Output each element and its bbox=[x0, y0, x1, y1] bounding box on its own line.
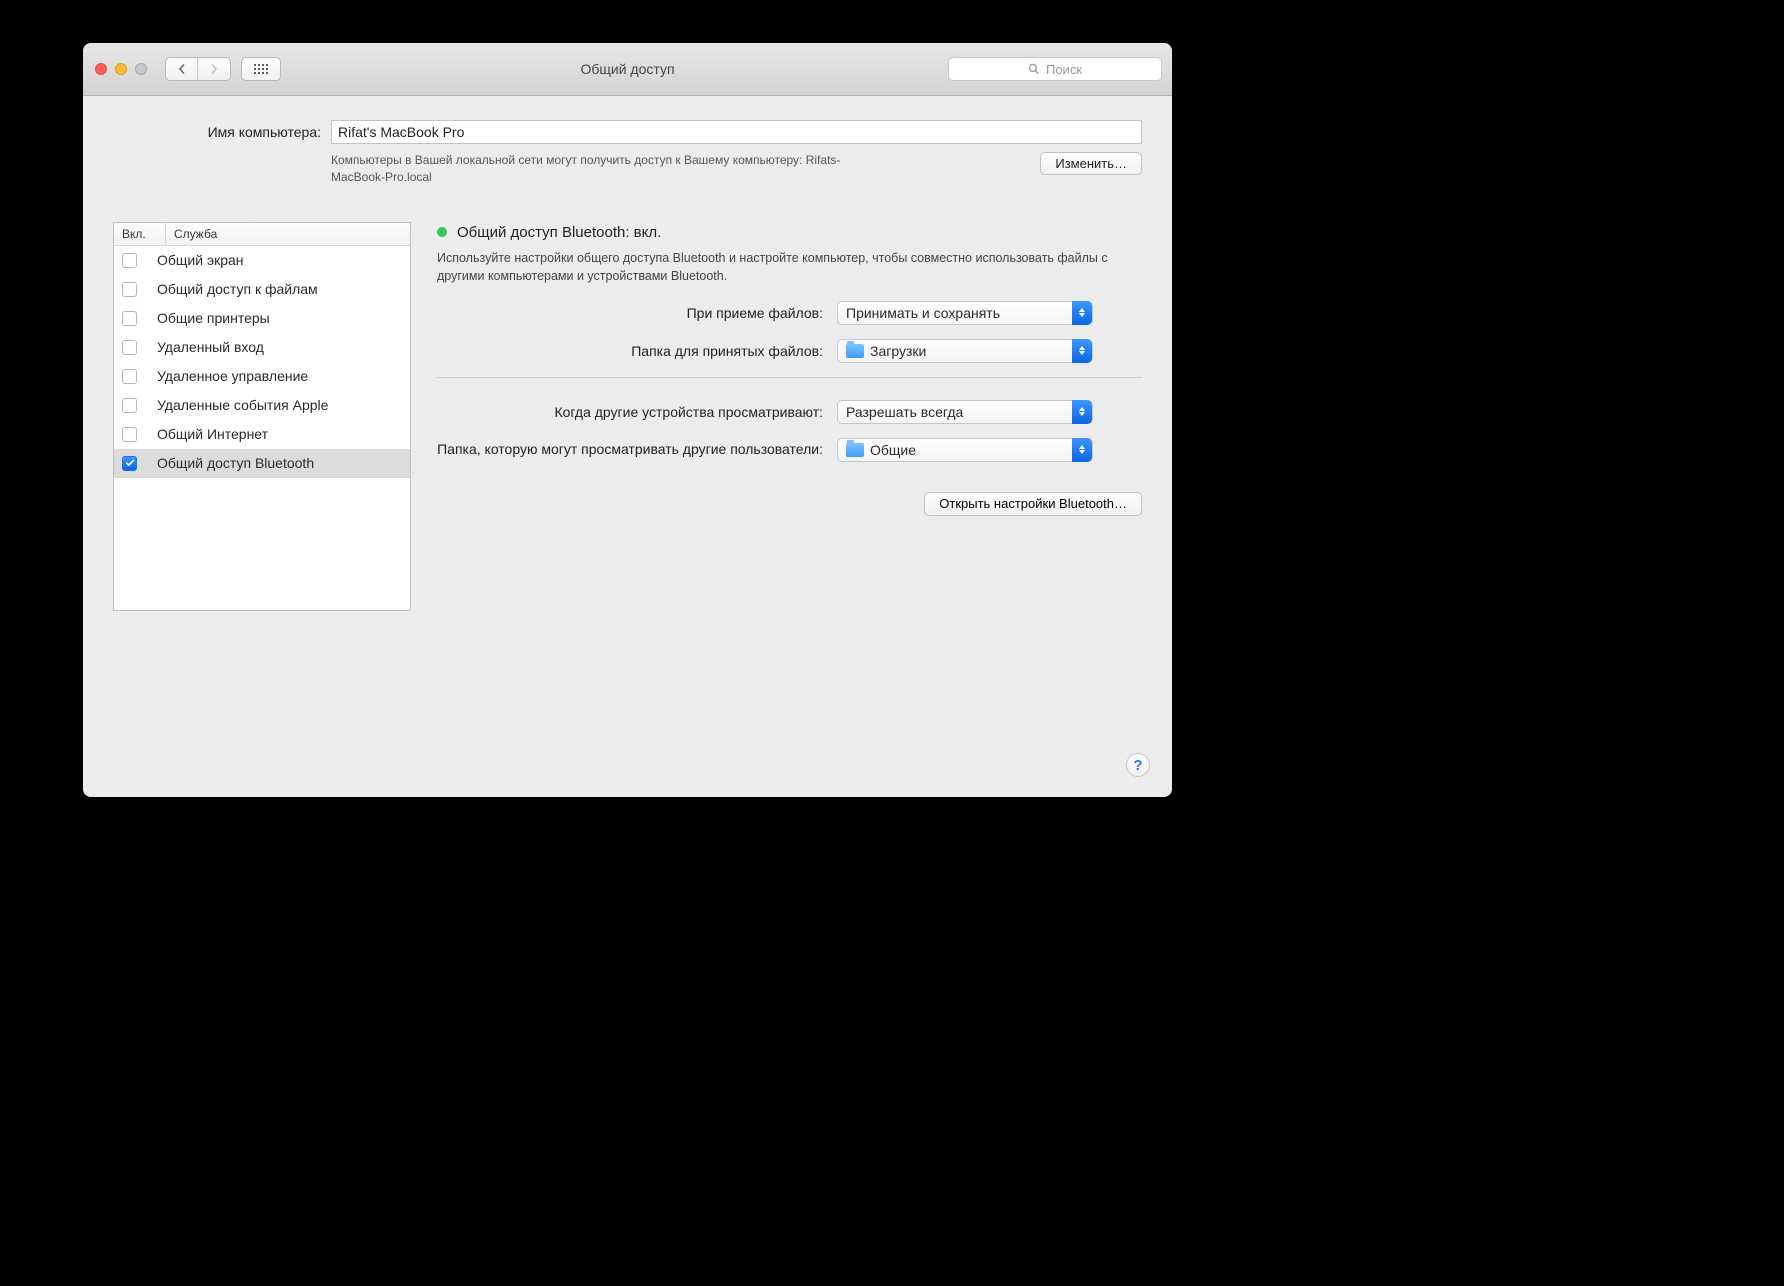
minimize-button[interactable] bbox=[115, 63, 127, 75]
separator bbox=[437, 377, 1142, 378]
service-label: Удаленный вход bbox=[157, 339, 264, 355]
on-receive-label: При приеме файлов: bbox=[437, 304, 837, 322]
nav-segmented bbox=[165, 57, 231, 81]
titlebar: Общий доступ Поиск bbox=[83, 43, 1172, 96]
browse-folder-row: Папка, которую могут просматривать други… bbox=[437, 438, 1142, 462]
service-label: Общий доступ к файлам bbox=[157, 281, 318, 297]
service-checkbox[interactable] bbox=[122, 282, 137, 297]
service-table-header: Вкл. Служба bbox=[114, 223, 410, 246]
on-receive-value: Принимать и сохранять bbox=[846, 305, 1000, 321]
on-browse-value: Разрешать всегда bbox=[846, 404, 963, 420]
on-browse-label: Когда другие устройства просматривают: bbox=[437, 403, 837, 421]
show-all-button[interactable] bbox=[241, 57, 281, 81]
on-browse-popup[interactable]: Разрешать всегда bbox=[837, 400, 1093, 424]
close-button[interactable] bbox=[95, 63, 107, 75]
col-service-header[interactable]: Служба bbox=[166, 223, 410, 245]
service-label: Общий доступ Bluetooth bbox=[157, 455, 314, 471]
receive-folder-label: Папка для принятых файлов: bbox=[437, 342, 837, 360]
on-receive-row: При приеме файлов: Принимать и сохранять bbox=[437, 301, 1142, 325]
browse-folder-popup[interactable]: Общие bbox=[837, 438, 1093, 462]
computer-name-label: Имя компьютера: bbox=[113, 124, 321, 140]
service-row[interactable]: Общий доступ Bluetooth bbox=[114, 449, 410, 478]
service-rows: Общий экран Общий доступ к файлам Общие пр… bbox=[114, 246, 410, 610]
status-dot-icon bbox=[437, 227, 447, 237]
forward-button bbox=[198, 58, 230, 80]
service-row[interactable]: Общие принтеры bbox=[114, 304, 410, 333]
service-checkbox[interactable] bbox=[122, 369, 137, 384]
computer-subrow: Компьютеры в Вашей локальной сети могут … bbox=[113, 152, 1142, 186]
receive-folder-value: Загрузки bbox=[870, 343, 926, 359]
status-row: Общий доступ Bluetooth: вкл. bbox=[437, 224, 1142, 241]
folder-icon bbox=[846, 443, 864, 457]
detail-panel: Общий доступ Bluetooth: вкл. Используйте… bbox=[437, 222, 1142, 516]
computer-name-row: Имя компьютера: bbox=[113, 120, 1142, 144]
receive-folder-row: Папка для принятых файлов: Загрузки bbox=[437, 339, 1142, 363]
columns: Вкл. Служба Общий экран Общий доступ к фа… bbox=[113, 222, 1142, 611]
service-label: Общий Интернет bbox=[157, 426, 268, 442]
on-receive-popup[interactable]: Принимать и сохранять bbox=[837, 301, 1093, 325]
col-on-header[interactable]: Вкл. bbox=[114, 223, 166, 245]
sharing-prefpane-window: Общий доступ Поиск Имя компьютера: Компь… bbox=[83, 43, 1172, 797]
computer-name-field[interactable] bbox=[331, 120, 1142, 144]
service-row[interactable]: Общий доступ к файлам bbox=[114, 275, 410, 304]
computer-local-text: Компьютеры в Вашей локальной сети могут … bbox=[331, 152, 891, 186]
service-checkbox[interactable] bbox=[122, 427, 137, 442]
search-icon bbox=[1028, 63, 1040, 75]
service-label: Удаленное управление bbox=[157, 368, 308, 384]
service-checkbox[interactable] bbox=[122, 456, 137, 471]
body: Имя компьютера: Компьютеры в Вашей локал… bbox=[83, 96, 1172, 797]
service-checkbox[interactable] bbox=[122, 398, 137, 413]
bt-button-row: Открыть настройки Bluetooth… bbox=[437, 492, 1142, 516]
chevron-updown-icon bbox=[1072, 438, 1092, 462]
on-browse-row: Когда другие устройства просматривают: Р… bbox=[437, 400, 1142, 424]
service-table: Вкл. Служба Общий экран Общий доступ к фа… bbox=[113, 222, 411, 611]
status-text: Общий доступ Bluetooth: вкл. bbox=[457, 224, 661, 241]
search-placeholder: Поиск bbox=[1046, 62, 1082, 77]
open-bluetooth-prefs-button[interactable]: Открыть настройки Bluetooth… bbox=[924, 492, 1142, 516]
service-checkbox[interactable] bbox=[122, 253, 137, 268]
folder-icon bbox=[846, 344, 864, 358]
service-row[interactable]: Удаленные события Apple bbox=[114, 391, 410, 420]
grid-icon bbox=[254, 64, 268, 74]
service-row[interactable]: Общий Интернет bbox=[114, 420, 410, 449]
chevron-updown-icon bbox=[1072, 400, 1092, 424]
traffic-lights bbox=[95, 63, 147, 75]
back-button[interactable] bbox=[166, 58, 198, 80]
service-label: Удаленные события Apple bbox=[157, 397, 328, 413]
chevron-updown-icon bbox=[1072, 301, 1092, 325]
chevron-updown-icon bbox=[1072, 339, 1092, 363]
service-checkbox[interactable] bbox=[122, 340, 137, 355]
service-checkbox[interactable] bbox=[122, 311, 137, 326]
help-button[interactable]: ? bbox=[1126, 753, 1150, 777]
service-row[interactable]: Удаленный вход bbox=[114, 333, 410, 362]
service-label: Общий экран bbox=[157, 252, 244, 268]
service-description: Используйте настройки общего доступа Blu… bbox=[437, 249, 1127, 285]
service-label: Общие принтеры bbox=[157, 310, 270, 326]
browse-folder-label: Папка, которую могут просматривать други… bbox=[437, 438, 837, 458]
zoom-button bbox=[135, 63, 147, 75]
service-row[interactable]: Удаленное управление bbox=[114, 362, 410, 391]
browse-folder-value: Общие bbox=[870, 442, 916, 458]
service-row[interactable]: Общий экран bbox=[114, 246, 410, 275]
edit-hostname-button[interactable]: Изменить… bbox=[1040, 152, 1142, 175]
receive-folder-popup[interactable]: Загрузки bbox=[837, 339, 1093, 363]
search-field[interactable]: Поиск bbox=[948, 57, 1162, 81]
